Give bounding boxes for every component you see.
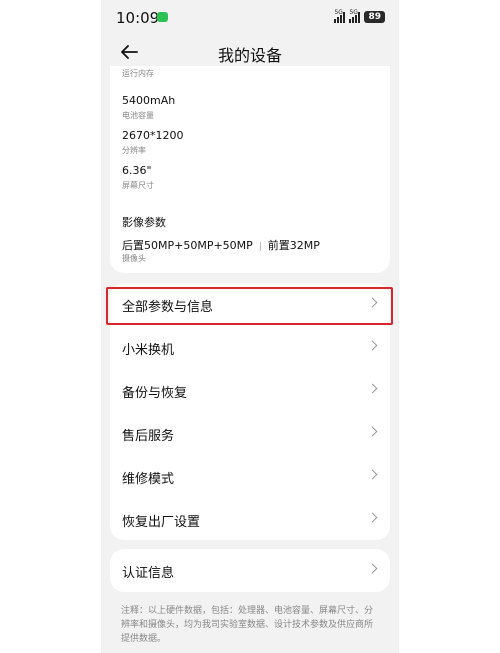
message-notification-icon bbox=[157, 12, 168, 22]
signal-1-label: 5G bbox=[334, 8, 343, 16]
highlight-annotation bbox=[106, 287, 393, 325]
menu-item-label: 认证信息 bbox=[122, 566, 175, 581]
menu-item-label: 小米换机 bbox=[122, 343, 175, 358]
spec-battery: 5400mAh 电池容量 bbox=[122, 94, 175, 121]
menu-item-label: 备份与恢复 bbox=[122, 386, 188, 401]
phone-screen: 10:09 5G 5G 89 我的设备 运行内存 5400mAh 电池容量 26… bbox=[101, 0, 399, 653]
status-indicators: 5G 5G 89 bbox=[334, 8, 385, 23]
camera-divider bbox=[259, 241, 261, 251]
spec-battery-value: 5400mAh bbox=[122, 94, 176, 107]
menu-item-label: 售后服务 bbox=[122, 429, 175, 444]
spec-screen-size: 6.36" 屏幕尺寸 bbox=[122, 164, 154, 191]
camera-section-title: 影像参数 bbox=[122, 216, 166, 229]
rear-camera-value: 后置50MP+50MP+50MP bbox=[122, 239, 253, 252]
signal-2-icon: 5G bbox=[349, 8, 361, 23]
spec-screen-size-label: 屏幕尺寸 bbox=[122, 181, 154, 190]
camera-spec-row: 后置50MP+50MP+50MP 前置32MP bbox=[122, 237, 320, 253]
battery-indicator: 89 bbox=[364, 11, 385, 23]
spec-memory-label: 运行内存 bbox=[122, 69, 154, 78]
menu-item-certification[interactable]: 认证信息 bbox=[110, 549, 390, 592]
chevron-right-icon bbox=[367, 512, 378, 523]
chevron-right-icon bbox=[367, 469, 378, 480]
menu-item-label: 恢复出厂设置 bbox=[122, 515, 201, 530]
spec-resolution-value: 2670*1200 bbox=[122, 129, 184, 142]
chevron-right-icon bbox=[367, 340, 378, 351]
status-time: 10:09 bbox=[116, 9, 160, 27]
footnote-text: 注释：以上硬件数据，包括：处理器、电池容量、屏幕尺寸、分辨率和摄像头，均为我司实… bbox=[121, 606, 374, 644]
spec-screen-size-value: 6.36" bbox=[122, 164, 152, 177]
spec-resolution-label: 分辨率 bbox=[122, 146, 146, 155]
spec-battery-label: 电池容量 bbox=[122, 111, 154, 120]
page-title: 我的设备 bbox=[217, 46, 282, 65]
chevron-right-icon bbox=[367, 383, 378, 394]
camera-label: 摄像头 bbox=[122, 254, 146, 263]
signal-2-label: 5G bbox=[349, 8, 358, 16]
menu-item-label: 维修模式 bbox=[122, 472, 175, 487]
menu-item-after-sales[interactable]: 售后服务 bbox=[110, 412, 390, 455]
spec-card: 运行内存 5400mAh 电池容量 2670*1200 分辨率 6.36" 屏幕… bbox=[110, 66, 390, 273]
chevron-right-icon bbox=[367, 426, 378, 437]
signal-1-icon: 5G bbox=[334, 8, 346, 23]
chevron-right-icon bbox=[367, 563, 378, 574]
menu-item-phone-transfer[interactable]: 小米换机 bbox=[110, 326, 390, 369]
front-camera-value: 前置32MP bbox=[267, 239, 320, 252]
menu-item-repair-mode[interactable]: 维修模式 bbox=[110, 455, 390, 498]
menu-item-factory-reset[interactable]: 恢复出厂设置 bbox=[110, 498, 390, 541]
status-bar: 10:09 5G 5G 89 bbox=[101, 0, 399, 36]
spec-resolution: 2670*1200 分辨率 bbox=[122, 129, 184, 156]
menu-item-backup-restore[interactable]: 备份与恢复 bbox=[110, 369, 390, 412]
nav-bar: 我的设备 bbox=[101, 36, 399, 68]
spec-memory: 运行内存 bbox=[122, 66, 154, 79]
